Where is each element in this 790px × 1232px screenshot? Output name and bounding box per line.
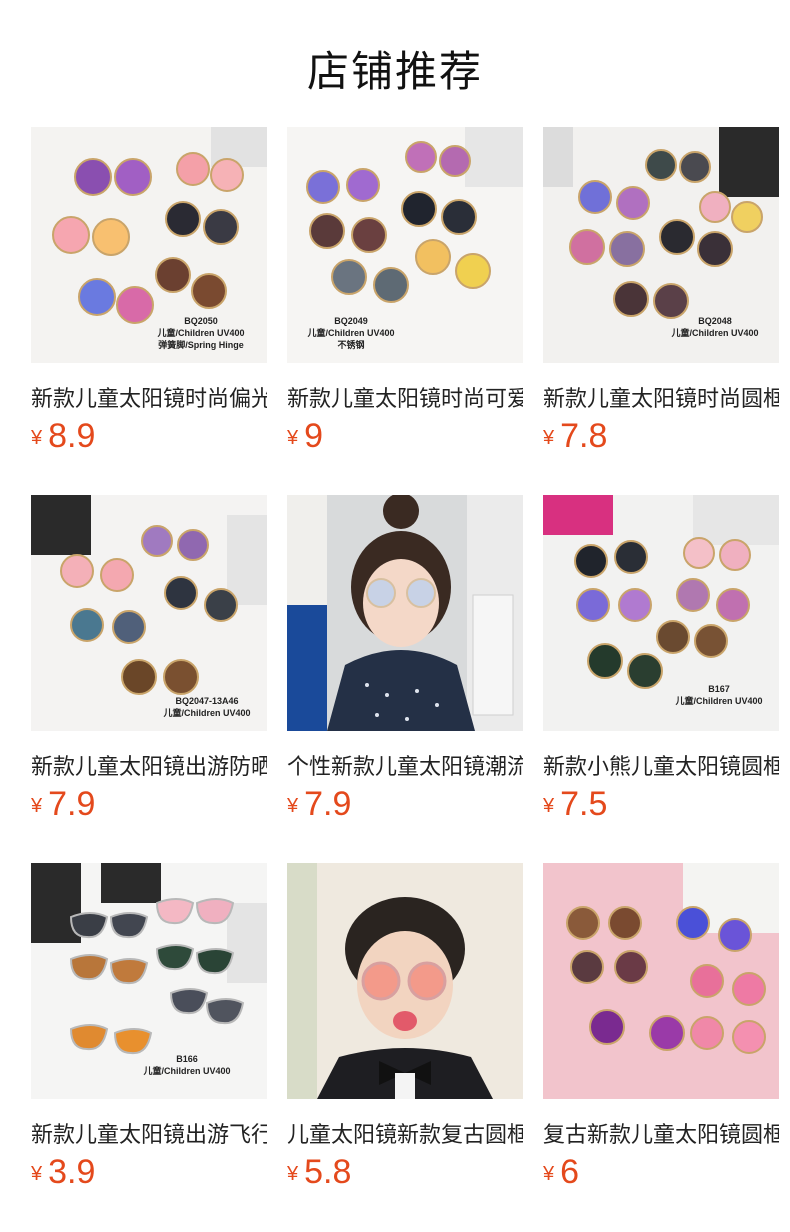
image-caption-line: B166 (176, 1054, 198, 1064)
image-caption-line: BQ2047-13A46 (175, 696, 239, 706)
child-model-photo-icon (287, 495, 523, 731)
product-image[interactable] (543, 863, 779, 1099)
product-image[interactable]: B167 儿童/Children UV400 (543, 495, 779, 731)
product-card[interactable]: B167 儿童/Children UV400 新款小熊儿童太阳镜圆框 ¥7.5 (543, 495, 779, 835)
image-caption-line: 儿童/Children UV400 (307, 328, 395, 338)
product-card[interactable]: 儿童太阳镜新款复古圆框 ¥5.8 (287, 863, 523, 1203)
product-card[interactable]: BQ2050 儿童/Children UV400 弹簧脚/Spring Hing… (31, 127, 267, 467)
product-price: ¥9 (287, 417, 324, 455)
product-card[interactable]: BQ2048 儿童/Children UV400 新款儿童太阳镜时尚圆框 ¥7.… (543, 127, 779, 467)
product-card[interactable]: 复古新款儿童太阳镜圆框 ¥6 (543, 863, 779, 1203)
product-image[interactable] (287, 495, 523, 731)
product-card[interactable]: B166 儿童/Children UV400 新款儿童太阳镜出游飞行 ¥3.9 (31, 863, 267, 1203)
product-card[interactable]: BQ2047-13A46 儿童/Children UV400 新款儿童太阳镜出游… (31, 495, 267, 835)
product-price: ¥6 (543, 1153, 580, 1191)
image-caption-line: 儿童/Children UV400 (143, 1066, 231, 1076)
product-price: ¥7.9 (287, 785, 352, 823)
product-price: ¥7.8 (543, 417, 608, 455)
product-card[interactable]: 个性新款儿童太阳镜潮流 ¥7.9 (287, 495, 523, 835)
product-image[interactable]: BQ2047-13A46 儿童/Children UV400 (31, 495, 267, 731)
image-caption-line: B167 (708, 684, 730, 694)
child-model-photo-icon (287, 863, 523, 1099)
sunglasses-photo-icon (543, 863, 779, 1099)
image-caption-line: 儿童/Children UV400 (163, 708, 251, 718)
page-title: 店铺推荐 (306, 47, 483, 96)
product-name[interactable]: 新款儿童太阳镜出游飞行 (31, 1117, 267, 1149)
product-name[interactable]: 新款小熊儿童太阳镜圆框 (543, 749, 779, 781)
product-price: ¥7.9 (31, 785, 96, 823)
product-image[interactable]: BQ2050 儿童/Children UV400 弹簧脚/Spring Hing… (31, 127, 267, 363)
image-caption-line: BQ2049 (334, 316, 368, 326)
product-image[interactable]: BQ2048 儿童/Children UV400 (543, 127, 779, 363)
product-image[interactable] (287, 863, 523, 1099)
product-price: ¥5.8 (287, 1153, 352, 1191)
product-price: ¥8.9 (31, 417, 96, 455)
product-name[interactable]: 个性新款儿童太阳镜潮流 (287, 749, 523, 781)
product-name[interactable]: 复古新款儿童太阳镜圆框 (543, 1117, 779, 1149)
image-caption-line: 弹簧脚/Spring Hinge (158, 340, 244, 350)
product-name[interactable]: 新款儿童太阳镜时尚圆框 (543, 381, 779, 413)
product-price: ¥7.5 (543, 785, 608, 823)
product-image[interactable]: B166 儿童/Children UV400 (31, 863, 267, 1099)
image-caption-line: 儿童/Children UV400 (157, 328, 245, 338)
product-image[interactable]: BQ2049 儿童/Children UV400 不锈钢 (287, 127, 523, 363)
product-card[interactable]: BQ2049 儿童/Children UV400 不锈钢 新款儿童太阳镜时尚可爱… (287, 127, 523, 467)
image-caption-line: 儿童/Children UV400 (671, 328, 759, 338)
product-name[interactable]: 新款儿童太阳镜时尚偏光 (31, 381, 267, 413)
product-name[interactable]: 儿童太阳镜新款复古圆框 (287, 1117, 523, 1149)
product-name[interactable]: 新款儿童太阳镜时尚可爱 (287, 381, 523, 413)
image-caption-line: BQ2050 (184, 316, 218, 326)
image-caption-line: BQ2048 (698, 316, 732, 326)
image-caption-line: 不锈钢 (337, 340, 365, 350)
product-name[interactable]: 新款儿童太阳镜出游防晒 (31, 749, 267, 781)
product-price: ¥3.9 (31, 1153, 96, 1191)
image-caption-line: 儿童/Children UV400 (675, 696, 763, 706)
